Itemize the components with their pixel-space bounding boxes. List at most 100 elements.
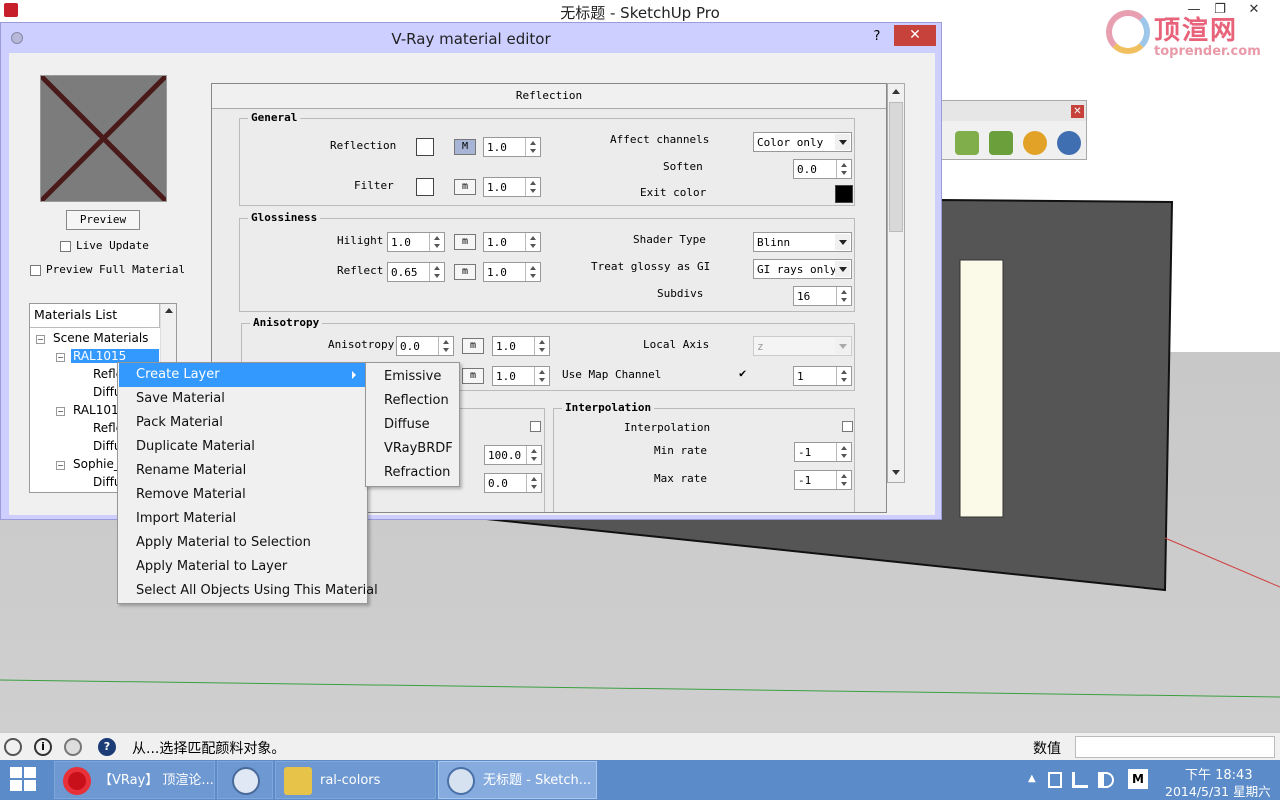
spinner-arrows-icon[interactable] <box>525 138 540 156</box>
filter-map-button[interactable]: m <box>454 179 476 195</box>
ime-indicator[interactable]: M <box>1128 769 1148 789</box>
spinner-arrows-icon[interactable] <box>526 446 541 464</box>
rotation-multiplier-spinner[interactable]: 1.0 <box>492 366 550 386</box>
spinner-arrows-icon[interactable] <box>836 287 851 305</box>
fresnel-secondary-spinner[interactable]: 0.0 <box>484 473 542 493</box>
preview-button[interactable]: Preview <box>66 210 140 230</box>
soften-spinner[interactable]: 0.0 <box>793 159 852 179</box>
menu-item-create-layer[interactable]: Create Layer <box>119 363 366 387</box>
tree-item-material[interactable]: Sophie_ <box>73 457 120 471</box>
map-channel-spinner[interactable]: 1 <box>793 366 852 386</box>
submenu-item-refraction[interactable]: Refraction <box>367 461 450 485</box>
clock-date[interactable]: 2014/5/31 星期六 <box>1165 781 1271 800</box>
menu-item-duplicate-material[interactable]: Duplicate Material <box>119 435 255 459</box>
submenu-item-vraybrdf[interactable]: VRayBRDF <box>367 437 453 461</box>
taskbar-app-sketchup[interactable]: 无标题 - Sketch... <box>438 761 597 799</box>
subdivs-spinner[interactable]: 16 <box>793 286 852 306</box>
scroll-up-icon[interactable] <box>165 308 173 313</box>
menu-item-apply-to-layer[interactable]: Apply Material to Layer <box>119 555 287 579</box>
collapse-icon[interactable]: − <box>36 335 45 344</box>
hilight-spinner[interactable]: 1.0 <box>387 232 445 252</box>
reflect-multiplier-spinner[interactable]: 1.0 <box>483 262 541 282</box>
collapse-icon[interactable]: − <box>56 407 65 416</box>
fresnel-ior-spinner[interactable]: 100.0 <box>484 445 542 465</box>
toolbar-close-button[interactable]: ✕ <box>1071 105 1084 118</box>
materials-list-header[interactable]: Materials List <box>30 304 160 328</box>
menu-item-apply-to-selection[interactable]: Apply Material to Selection <box>119 531 311 555</box>
editor-titlebar[interactable]: V-Ray material editor ? ✕ <box>1 23 941 53</box>
menu-item-remove-material[interactable]: Remove Material <box>119 483 246 507</box>
anisotropy-map-button[interactable]: m <box>462 338 484 354</box>
geo-location-icon[interactable] <box>4 738 22 756</box>
spinner-arrows-icon[interactable] <box>525 233 540 251</box>
preview-full-checkbox[interactable] <box>30 265 41 276</box>
tree-root-scene-materials[interactable]: Scene Materials <box>53 331 148 345</box>
windows-start-button[interactable] <box>10 767 38 793</box>
help-button[interactable]: ? <box>865 27 889 47</box>
chevron-down-icon[interactable] <box>835 134 850 150</box>
menu-item-select-all-objects[interactable]: Select All Objects Using This Material <box>119 579 378 603</box>
user-icon[interactable] <box>64 738 82 756</box>
reflection-map-button[interactable]: M <box>454 139 476 155</box>
taskbar-app-opera[interactable]: 【VRay】 顶渲论... <box>54 761 215 799</box>
max-rate-spinner[interactable]: -1 <box>794 470 852 490</box>
tree-item-material[interactable]: RAL101 <box>73 403 119 417</box>
shader-type-dropdown[interactable]: Blinn <box>753 232 852 252</box>
collapse-icon[interactable]: − <box>56 461 65 470</box>
spinner-arrows-icon[interactable] <box>525 178 540 196</box>
exit-color-swatch[interactable] <box>835 185 853 203</box>
reflect-map-button[interactable]: m <box>454 264 476 280</box>
spinner-arrows-icon[interactable] <box>429 263 444 281</box>
spinner-arrows-icon[interactable] <box>429 233 444 251</box>
reflection-multiplier-spinner[interactable]: 1.0 <box>483 137 541 157</box>
spinner-arrows-icon[interactable] <box>836 443 851 461</box>
action-center-icon[interactable] <box>1048 772 1062 788</box>
reflect-glossiness-spinner[interactable]: 0.65 <box>387 262 445 282</box>
live-update-checkbox[interactable] <box>60 241 71 252</box>
tree-item-material[interactable]: RAL1015 <box>71 349 159 363</box>
measurements-input[interactable] <box>1075 736 1275 758</box>
affect-channels-dropdown[interactable]: Color only <box>753 132 852 152</box>
filter-multiplier-spinner[interactable]: 1.0 <box>483 177 541 197</box>
menu-item-rename-material[interactable]: Rename Material <box>119 459 246 483</box>
spinner-arrows-icon[interactable] <box>534 337 549 355</box>
use-map-channel-check-icon[interactable]: ✔ <box>739 367 751 379</box>
scroll-thumb[interactable] <box>889 102 903 232</box>
spinner-arrows-icon[interactable] <box>836 471 851 489</box>
submenu-item-emissive[interactable]: Emissive <box>367 365 441 389</box>
spinner-arrows-icon[interactable] <box>836 160 851 178</box>
min-rate-spinner[interactable]: -1 <box>794 442 852 462</box>
scroll-down-icon[interactable] <box>892 470 900 475</box>
spinner-arrows-icon[interactable] <box>526 474 541 492</box>
submenu-item-reflection[interactable]: Reflection <box>367 389 449 413</box>
submenu-item-diffuse[interactable]: Diffuse <box>367 413 430 437</box>
spinner-arrows-icon[interactable] <box>438 337 453 355</box>
treat-glossy-dropdown[interactable]: GI rays only <box>753 259 852 279</box>
spinner-arrows-icon[interactable] <box>836 367 851 385</box>
hilight-multiplier-spinner[interactable]: 1.0 <box>483 232 541 252</box>
toolbar-grip[interactable] <box>941 101 1086 121</box>
scroll-up-icon[interactable] <box>892 89 900 94</box>
vray-interactive-icon[interactable] <box>1057 131 1081 155</box>
vray-rt-render-icon[interactable] <box>989 131 1013 155</box>
local-axis-dropdown[interactable]: z <box>753 336 852 356</box>
vray-frame-buffer-icon[interactable] <box>1023 131 1047 155</box>
vray-render-icon[interactable] <box>955 131 979 155</box>
menu-item-save-material[interactable]: Save Material <box>119 387 225 411</box>
spinner-arrows-icon[interactable] <box>534 367 549 385</box>
volume-icon[interactable] <box>1098 772 1114 788</box>
hilight-map-button[interactable]: m <box>454 234 476 250</box>
reflection-scrollbar[interactable] <box>887 83 905 483</box>
menu-item-import-material[interactable]: Import Material <box>119 507 236 531</box>
anisotropy-spinner[interactable]: 0.0 <box>396 336 454 356</box>
chevron-down-icon[interactable] <box>835 261 850 277</box>
spinner-arrows-icon[interactable] <box>525 263 540 281</box>
editor-close-button[interactable]: ✕ <box>894 25 936 46</box>
info-icon[interactable]: i <box>34 738 52 756</box>
interpolation-checkbox[interactable] <box>842 421 853 432</box>
chevron-down-icon[interactable] <box>835 234 850 250</box>
collapse-icon[interactable]: − <box>56 353 65 362</box>
tray-overflow-icon[interactable]: ▲ <box>1028 773 1036 784</box>
taskbar-app-explorer[interactable]: ral-colors <box>275 761 436 799</box>
reflection-color-swatch[interactable] <box>416 138 434 156</box>
